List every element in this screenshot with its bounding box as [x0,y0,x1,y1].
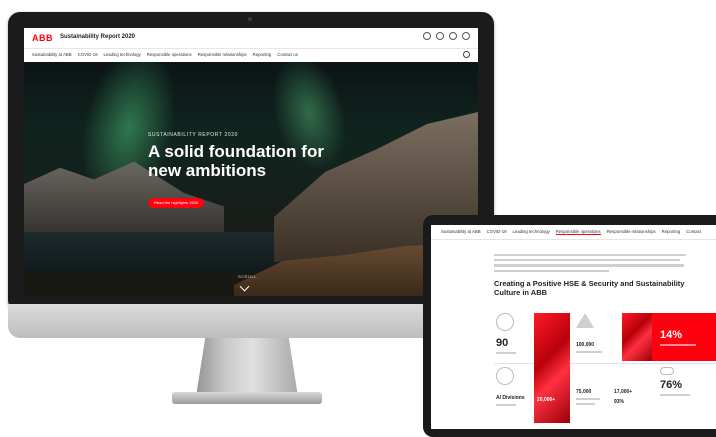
globe-icon[interactable] [423,32,431,40]
hero-headline: A solid foundation for new ambitions [148,142,324,180]
hero-section: SUSTAINABILITY REPORT 2020 A solid found… [24,62,478,296]
share-icon[interactable] [449,32,457,40]
desktop-screen: ABB Sustainability Report 2020 Sustainab… [24,28,478,296]
stat-card: 90 [496,313,530,361]
nav-reporting[interactable]: Reporting [253,52,272,57]
globe-icon [496,313,514,331]
scroll-label[interactable]: SCROLL [238,274,257,279]
stat-card-red: 14% [652,313,716,361]
stat-value: 76% [660,379,683,391]
stat-value: Al Divisions [496,395,525,401]
stat-value: 93% [614,399,625,405]
stats-grid: 90 Al Divisions 20,000+ 100,000 75,000 1… [494,311,716,429]
stat-card: 75,000 [576,367,610,423]
eye-icon [660,367,674,375]
stat-value: 20,000+ [537,397,556,403]
nav-covid[interactable]: COVID-19 [78,52,98,57]
tab-nav-responsible-relationships[interactable]: Responsible relationships [607,229,656,235]
desktop-monitor: ABB Sustainability Report 2020 Sustainab… [8,12,494,312]
tab-nav-responsible-operations[interactable]: Responsible operations [555,229,601,235]
monitor-chin [8,304,494,338]
section-heading: Creating a Positive HSE & Security and S… [494,279,685,297]
tab-nav-reporting[interactable]: Reporting [662,229,681,235]
nav-sustainability[interactable]: Sustainability at ABB [32,52,72,57]
stat-card: Al Divisions [496,367,530,423]
tablet-device: Sustainability at ABB COVID-19 Leading t… [423,215,716,437]
camera-dot [248,17,252,21]
tab-nav-contact[interactable]: Contact [686,229,701,235]
stat-value: 75,000 [576,389,592,395]
main-nav: Sustainability at ABB COVID-19 Leading t… [24,48,478,63]
stat-card: 100,000 [576,313,620,361]
tab-nav-covid[interactable]: COVID-19 [487,229,507,235]
stat-card: 17,000+ 93% [614,367,650,423]
tablet-screen: Sustainability at ABB COVID-19 Leading t… [431,225,716,429]
stat-value: 100,000 [576,342,595,348]
stat-value: 17,000+ [614,389,633,395]
hero-kicker: SUSTAINABILITY REPORT 2020 [148,132,238,138]
red-feature-image: 20,000+ [534,313,570,423]
network-icon [496,367,514,385]
warning-icon [576,313,594,328]
chat-icon[interactable] [462,32,470,40]
site-title[interactable]: Sustainability Report 2020 [60,34,135,40]
tab-nav-leading-technology[interactable]: Leading technology [512,229,549,235]
nav-leading-technology[interactable]: Leading technology [103,52,140,57]
stat-value: 90 [496,337,509,349]
stat-value: 14% [660,329,683,341]
header-icons [423,32,470,40]
search-icon[interactable] [463,51,470,58]
download-icon[interactable] [436,32,444,40]
monitor-stand [196,338,298,394]
abb-logo[interactable]: ABB [32,33,53,43]
monitor-base [172,392,322,404]
nav-responsible-relationships[interactable]: Responsible relationships [198,52,247,57]
site-header: ABB Sustainability Report 2020 [24,28,478,48]
tablet-nav: Sustainability at ABB COVID-19 Leading t… [431,225,716,240]
stat-card: 76% [654,367,716,423]
nav-responsible-operations[interactable]: Responsible operations [147,52,192,57]
tab-nav-sustainability[interactable]: Sustainability at ABB [441,229,481,235]
intro-paragraph [494,251,686,275]
highlights-button[interactable]: Read the highlights 2020 [148,198,205,208]
nav-contact[interactable]: Contact us [277,52,298,57]
red-feature-image [622,313,652,361]
